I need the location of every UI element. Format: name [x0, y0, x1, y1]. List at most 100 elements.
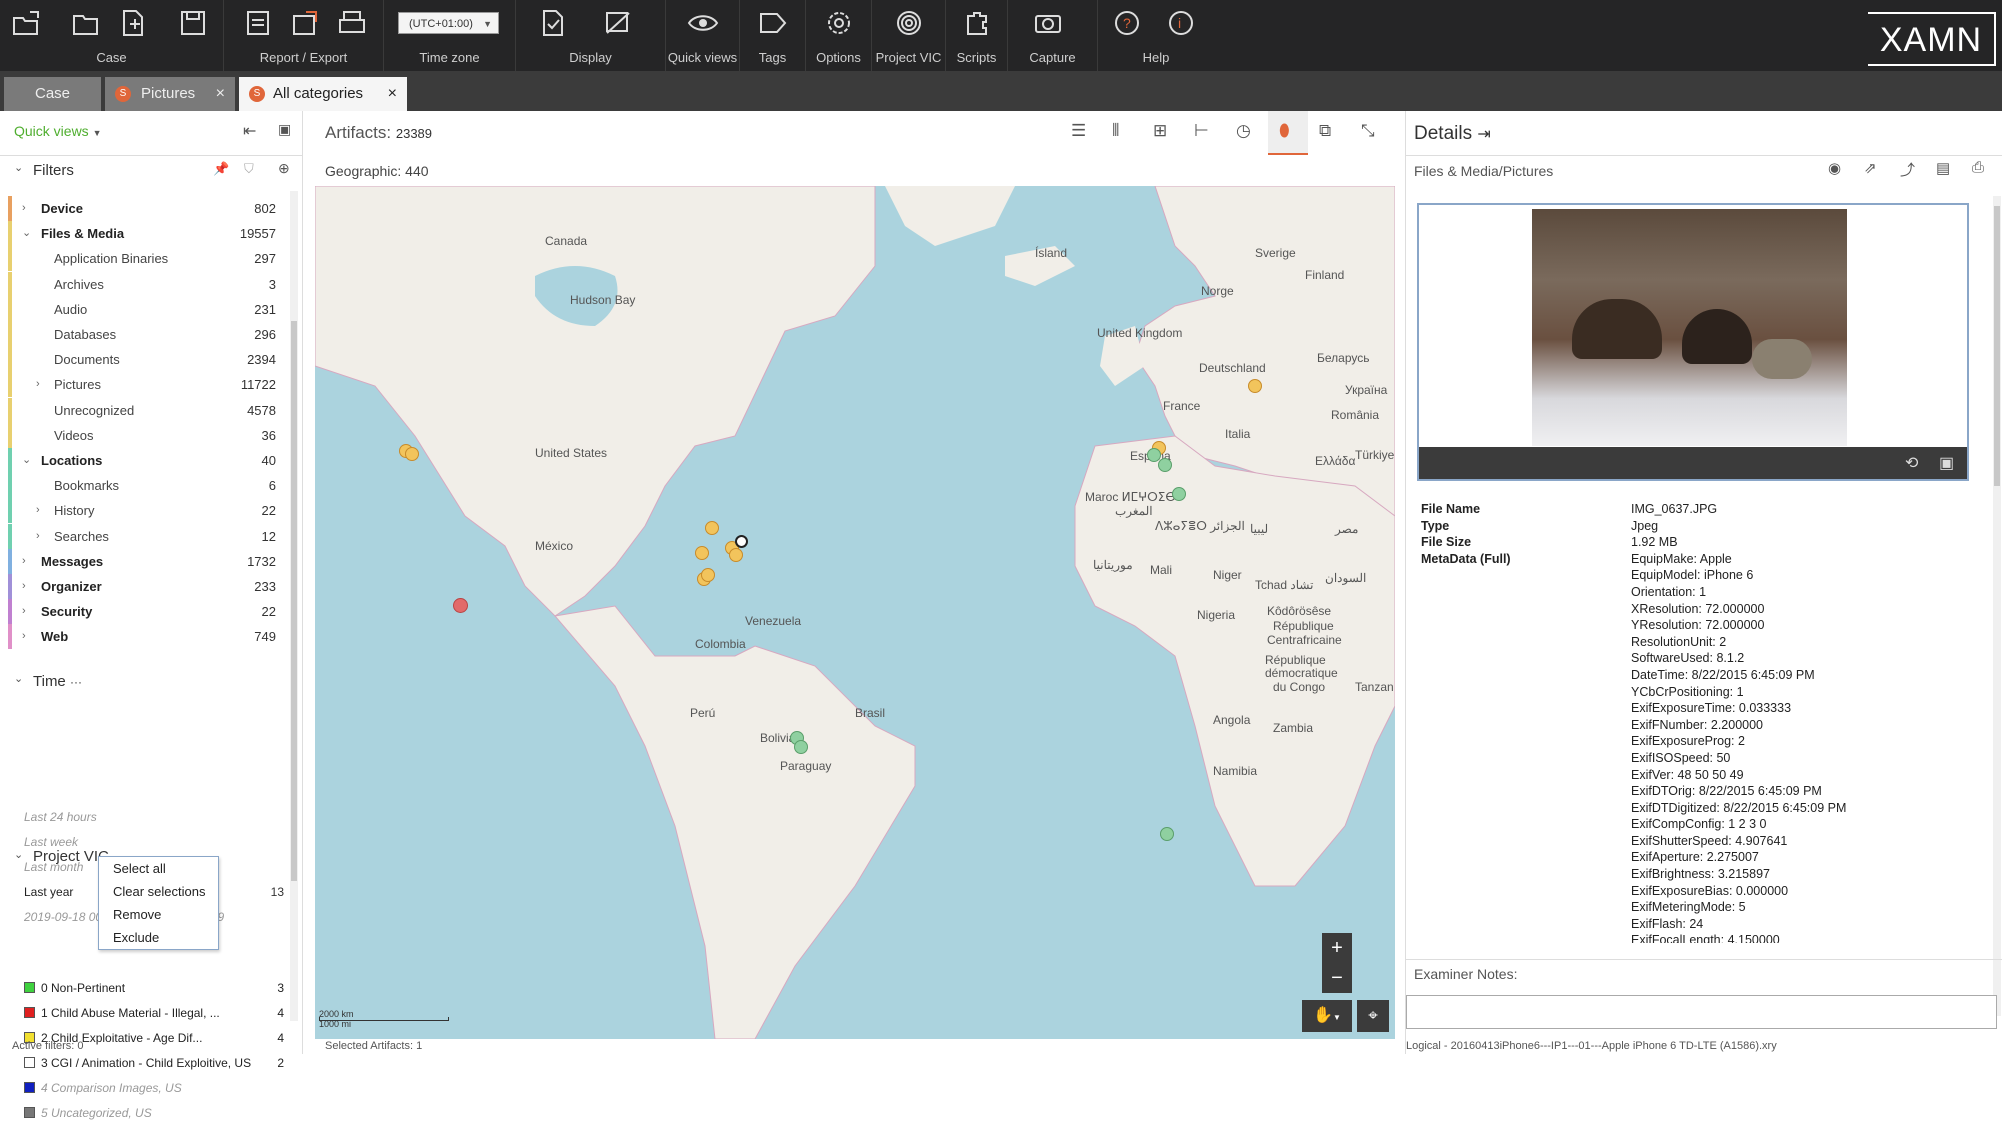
chevron-right-icon[interactable]: ›	[22, 574, 26, 599]
tree-view-icon[interactable]: ⊢	[1194, 121, 1209, 141]
context-menu-item[interactable]: Remove	[99, 903, 218, 926]
map-pin[interactable]	[1160, 827, 1174, 841]
report-icon[interactable]	[242, 8, 276, 38]
display-document-icon[interactable]	[536, 8, 570, 38]
project-vic-item[interactable]: 0 Non-Pertinent 3	[24, 977, 284, 999]
filter-tree-item[interactable]: Documents 2394	[0, 347, 285, 373]
new-case-icon[interactable]	[118, 8, 152, 38]
save-icon[interactable]: ▤	[1936, 159, 1950, 177]
help-icon[interactable]: ?	[1112, 8, 1146, 38]
open-folder-icon[interactable]	[70, 8, 104, 38]
ribbon-group-tags[interactable]: Tags	[740, 0, 806, 71]
selected-map-pin[interactable]	[735, 535, 748, 548]
filter-tree-item[interactable]: Videos 36	[0, 422, 285, 448]
column-view-icon[interactable]: ⦀	[1112, 121, 1119, 141]
image-preview[interactable]: ⟲ ▣	[1417, 203, 1969, 481]
examiner-notes-input[interactable]	[1406, 995, 1997, 1029]
chevron-right-icon[interactable]: ›	[22, 599, 26, 624]
time-filter-item[interactable]: Last 24 hours	[24, 805, 284, 830]
context-menu-item[interactable]: Select all	[99, 857, 218, 880]
map-pin[interactable]	[705, 521, 719, 535]
filter-tree-item[interactable]: › Organizer 233	[0, 574, 285, 599]
ribbon-group-scripts[interactable]: Scripts	[946, 0, 1008, 71]
filter-tree-item[interactable]: › History 22	[0, 498, 285, 524]
ribbon-group-help[interactable]: ? i Help	[1098, 0, 1214, 71]
chevron-right-icon[interactable]: ›	[22, 624, 26, 649]
export-icon[interactable]	[288, 8, 322, 38]
filter-tree-item[interactable]: Databases 296	[0, 322, 285, 347]
map-pin[interactable]	[405, 447, 419, 461]
map-pin[interactable]	[453, 598, 468, 613]
graph-view-icon[interactable]: ⤡	[1361, 121, 1375, 141]
export-icon[interactable]: ⤴	[1900, 159, 1915, 180]
chevron-right-icon[interactable]: ›	[36, 498, 40, 523]
chevron-right-icon[interactable]: ›	[36, 372, 40, 397]
filter-tree-item[interactable]: › Pictures 11722	[0, 372, 285, 398]
map-pin[interactable]	[729, 548, 743, 562]
ribbon-group-projectvic[interactable]: Project VIC	[872, 0, 946, 71]
save-case-icon[interactable]	[176, 8, 210, 38]
filter-tree-item[interactable]: Unrecognized 4578	[0, 397, 285, 423]
category-swatch[interactable]	[24, 982, 35, 993]
chevron-right-icon[interactable]: ›	[22, 196, 26, 221]
list-view-icon[interactable]: ☰	[1071, 121, 1086, 141]
grid-view-icon[interactable]: ⊞	[1153, 121, 1167, 141]
close-icon[interactable]: ×	[216, 77, 225, 111]
tab-all-categories[interactable]: S All categories ×	[239, 77, 407, 111]
timezone-select[interactable]: (UTC+01:00) ▼	[398, 12, 499, 34]
ribbon-group-options[interactable]: Options	[806, 0, 872, 71]
scrollbar[interactable]	[290, 191, 298, 1021]
clipboard-icon[interactable]: ▣	[278, 121, 291, 138]
locate-icon[interactable]: ⌖	[1357, 1000, 1389, 1032]
context-menu-item[interactable]: Exclude	[99, 926, 218, 949]
map-pin[interactable]	[695, 546, 709, 560]
map-pin[interactable]	[794, 740, 808, 754]
chevron-down-icon[interactable]: ▼	[1333, 1013, 1341, 1022]
filter-tree-item[interactable]: › Web 749	[0, 624, 285, 650]
category-swatch[interactable]	[24, 1082, 35, 1093]
zoom-out-button[interactable]: −	[1322, 963, 1352, 993]
map-pin[interactable]	[1172, 487, 1186, 501]
category-swatch[interactable]	[24, 1107, 35, 1118]
chevron-down-icon[interactable]: ⌄	[22, 221, 31, 246]
chat-view-icon[interactable]: ⧉	[1319, 121, 1331, 141]
open-external-icon[interactable]: ⇗	[1864, 159, 1877, 177]
category-swatch[interactable]	[24, 1007, 35, 1018]
filter-tree-item[interactable]: › Searches 12	[0, 523, 285, 549]
close-icon[interactable]: ×	[388, 77, 397, 111]
filter-tree-item[interactable]: Bookmarks 6	[0, 473, 285, 499]
map-pin[interactable]	[701, 568, 715, 582]
filter-tree-item[interactable]: ⌄ Locations 40	[0, 448, 285, 473]
filter-tree-item[interactable]: › Device 802	[0, 196, 285, 221]
ribbon-group-quickviews[interactable]: Quick views	[666, 0, 740, 71]
filter-tree-item[interactable]: › Security 22	[0, 599, 285, 625]
geographic-view-tab[interactable]: ⬮	[1268, 111, 1308, 155]
view-icon[interactable]: ◉	[1828, 159, 1841, 177]
info-icon[interactable]: i	[1164, 8, 1198, 38]
tab-pictures[interactable]: S Pictures ×	[105, 77, 235, 111]
category-swatch[interactable]	[24, 1057, 35, 1068]
map-pin[interactable]	[1248, 379, 1262, 393]
filter-tree-item[interactable]: Archives 3	[0, 271, 285, 297]
project-vic-item[interactable]: 3 CGI / Animation - Child Exploitive, US…	[24, 1052, 284, 1074]
filter-icon[interactable]: ⛉	[244, 161, 254, 177]
add-filter-icon[interactable]: ⊕	[278, 160, 290, 177]
save-image-icon[interactable]: ▣	[1939, 453, 1954, 473]
timeline-view-icon[interactable]: ◷	[1236, 121, 1251, 141]
chevron-right-icon[interactable]: ›	[36, 524, 40, 549]
zoom-in-button[interactable]: +	[1322, 933, 1352, 963]
collapse-right-icon[interactable]: ⇥	[1477, 126, 1490, 143]
project-vic-item[interactable]: 5 Uncategorized, US	[24, 1102, 284, 1124]
ribbon-group-capture[interactable]: Capture	[1008, 0, 1098, 71]
map-pin[interactable]	[1158, 458, 1172, 472]
project-vic-item[interactable]: 4 Comparison Images, US	[24, 1077, 284, 1099]
chevron-right-icon[interactable]: ›	[22, 549, 26, 574]
print-icon[interactable]	[336, 8, 370, 38]
map-canvas[interactable]: Canada Hudson Bay United States México Venez…	[315, 186, 1395, 1039]
open-case-icon[interactable]	[10, 8, 44, 38]
chevron-down-icon[interactable]: ⌄	[22, 448, 31, 473]
chevron-down-icon[interactable]: ⌄	[14, 848, 23, 861]
pin-icon[interactable]: 📌	[213, 161, 229, 177]
display-layout-icon[interactable]	[602, 8, 636, 38]
print-icon[interactable]: ⎙	[1972, 159, 1984, 176]
